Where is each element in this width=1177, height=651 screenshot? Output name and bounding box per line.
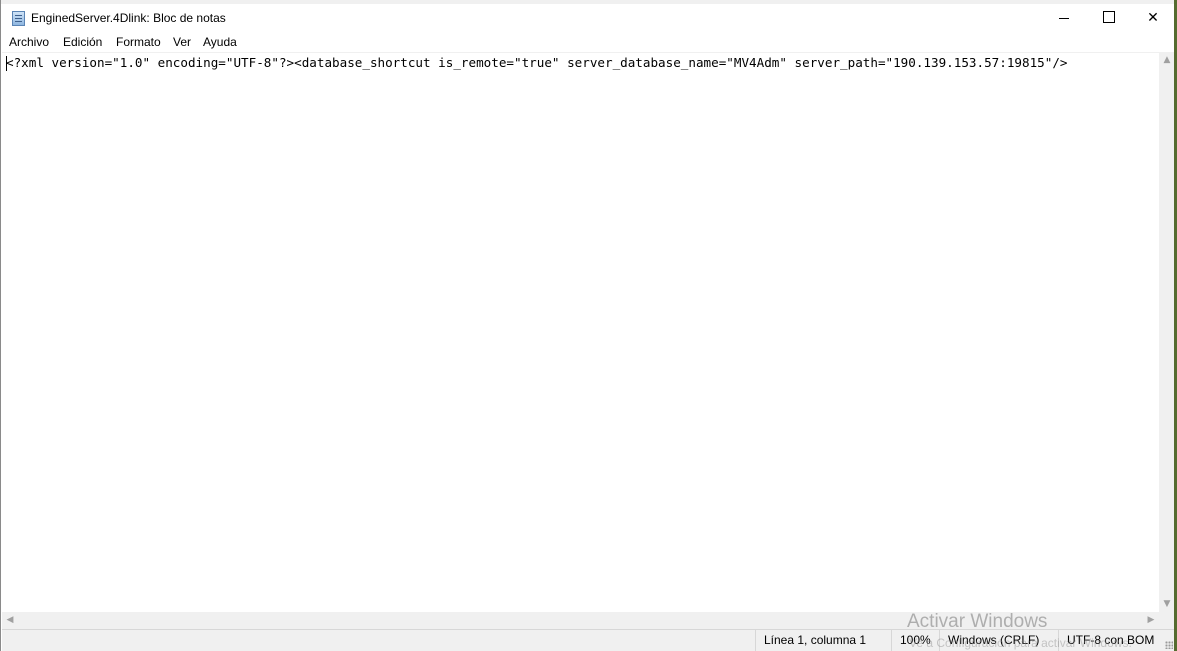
menu-edicion[interactable]: Edición [63,35,102,49]
scrollbar-corner [1159,612,1175,629]
resize-grip-icon[interactable] [1165,641,1173,649]
text-caret [6,56,7,71]
scroll-right-icon[interactable]: ▶ [1143,612,1159,628]
maximize-icon [1103,11,1115,23]
close-icon: ✕ [1147,10,1159,26]
editor-content[interactable]: <?xml version="1.0" encoding="UTF-8"?><d… [6,55,1068,71]
menu-ver[interactable]: Ver [173,35,191,49]
minimize-button[interactable] [1041,4,1087,32]
scroll-left-icon[interactable]: ◀ [2,612,18,628]
menu-formato[interactable]: Formato [116,35,161,49]
window-title: EnginedServer.4Dlink: Bloc de notas [31,11,226,25]
menu-archivo[interactable]: Archivo [9,35,49,49]
status-zoom: 100% [891,630,939,651]
minimize-icon [1059,17,1069,19]
notepad-window: EnginedServer.4Dlink: Bloc de notas ✕ Ar… [0,0,1177,651]
title-bar[interactable]: EnginedServer.4Dlink: Bloc de notas ✕ [1,4,1175,34]
notepad-icon [12,11,25,26]
status-cursor-position: Línea 1, columna 1 [755,630,891,651]
horizontal-scrollbar[interactable]: ◀ ▶ [2,612,1159,629]
close-button[interactable]: ✕ [1130,4,1176,32]
menu-bar: Archivo Edición Formato Ver Ayuda [1,34,1175,52]
status-encoding: UTF-8 con BOM [1058,630,1175,651]
status-bar: Línea 1, columna 1 100% Windows (CRLF) U… [2,629,1175,651]
menu-ayuda[interactable]: Ayuda [203,35,237,49]
maximize-button[interactable] [1086,4,1132,32]
scroll-down-icon[interactable]: ▼ [1159,596,1175,612]
text-editor[interactable]: <?xml version="1.0" encoding="UTF-8"?><d… [2,52,1159,612]
status-line-endings: Windows (CRLF) [939,630,1058,651]
vertical-scrollbar[interactable]: ▲ ▼ [1159,52,1175,612]
scroll-up-icon[interactable]: ▲ [1159,52,1175,68]
